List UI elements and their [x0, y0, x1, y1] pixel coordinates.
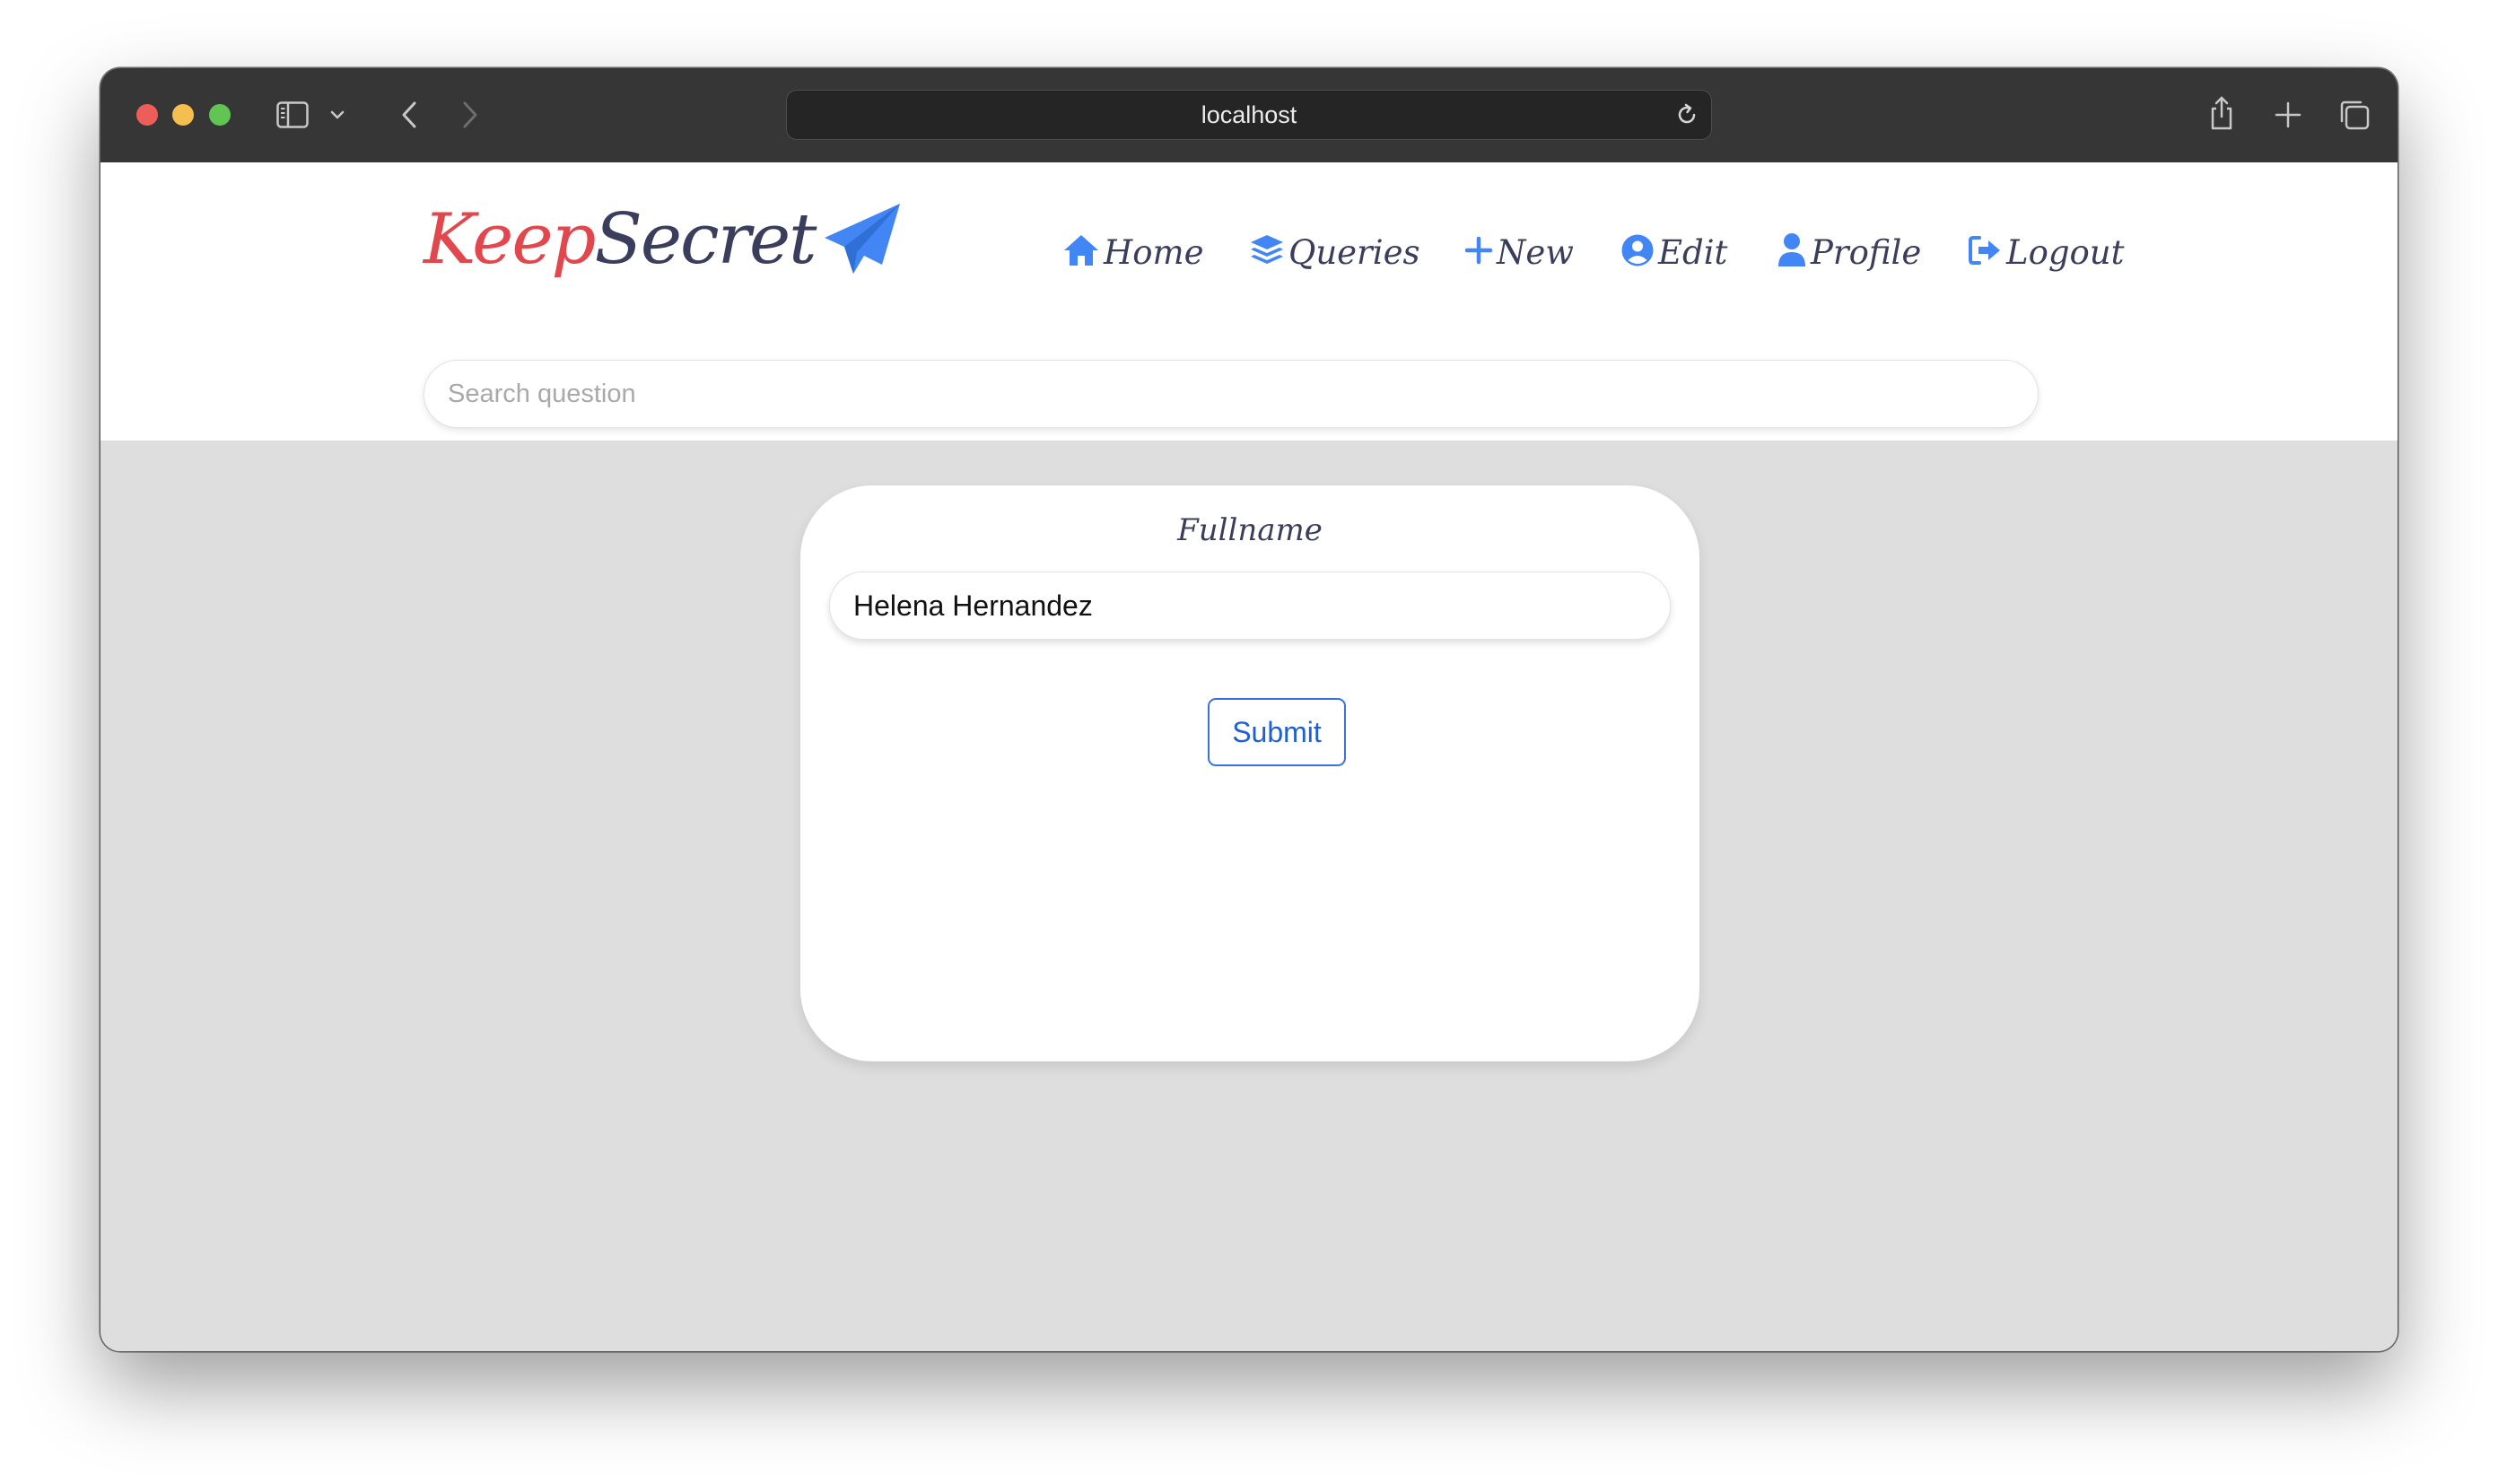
address-bar[interactable]: localhost: [786, 90, 1712, 140]
nav-item-home[interactable]: Home: [1062, 225, 1204, 279]
nav-label-profile: Profile: [1811, 232, 1922, 272]
fullname-label: Fullname: [1177, 512, 1323, 548]
submit-button[interactable]: Submit: [1208, 698, 1346, 766]
logo-secret-text: Secret: [594, 199, 817, 280]
address-text: localhost: [1201, 100, 1297, 128]
web-page: Keep Secret Home Queries New Edit Profil…: [100, 162, 2398, 1351]
forward-arrow-icon[interactable]: [454, 99, 486, 131]
back-arrow-icon[interactable]: [393, 99, 425, 131]
nav-item-logout[interactable]: Logout: [1967, 225, 2125, 279]
logo-keep-text: Keep: [424, 199, 596, 280]
sign-out-icon: [1967, 234, 2003, 271]
nav-item-profile[interactable]: Profile: [1777, 225, 1921, 279]
nav-item-queries[interactable]: Queries: [1249, 225, 1419, 279]
home-icon: [1062, 233, 1100, 272]
nav-item-new[interactable]: New: [1464, 225, 1574, 279]
reload-icon[interactable]: [1673, 101, 1700, 128]
chevron-down-icon[interactable]: [328, 106, 346, 124]
browser-toolbar: localhost: [100, 68, 2398, 162]
site-header: Keep Secret Home Queries New Edit Profil…: [100, 162, 2398, 441]
plus-icon: [1464, 236, 1493, 269]
nav-label-logout: Logout: [2006, 232, 2125, 272]
sidebar-toggle-icon[interactable]: [276, 99, 309, 131]
paper-plane-icon: [823, 202, 902, 277]
nav-label-new: New: [1497, 232, 1574, 272]
nav-label-home: Home: [1104, 232, 1204, 272]
minimize-window-button[interactable]: [172, 104, 194, 126]
site-logo[interactable]: Keep Secret: [424, 195, 902, 284]
search-input[interactable]: [424, 360, 2039, 428]
stage: localhost Keep Secret Home Queries New E…: [0, 0, 2498, 1484]
browser-window: localhost Keep Secret Home Queries New E…: [100, 68, 2398, 1351]
user-circle-icon: [1620, 233, 1655, 272]
share-icon[interactable]: [2205, 93, 2238, 133]
nav-label-edit: Edit: [1658, 232, 1728, 272]
close-window-button[interactable]: [136, 104, 158, 126]
user-icon: [1777, 232, 1807, 273]
fullname-field[interactable]: [829, 572, 1671, 640]
profile-form-card: Fullname Submit: [800, 485, 1699, 1061]
tab-overview-icon[interactable]: [2336, 97, 2372, 133]
new-tab-plus-icon[interactable]: [2272, 99, 2304, 131]
zoom-window-button[interactable]: [209, 104, 231, 126]
nav-item-edit[interactable]: Edit: [1620, 225, 1727, 279]
layers-icon: [1249, 232, 1285, 273]
nav-label-queries: Queries: [1288, 232, 1420, 272]
